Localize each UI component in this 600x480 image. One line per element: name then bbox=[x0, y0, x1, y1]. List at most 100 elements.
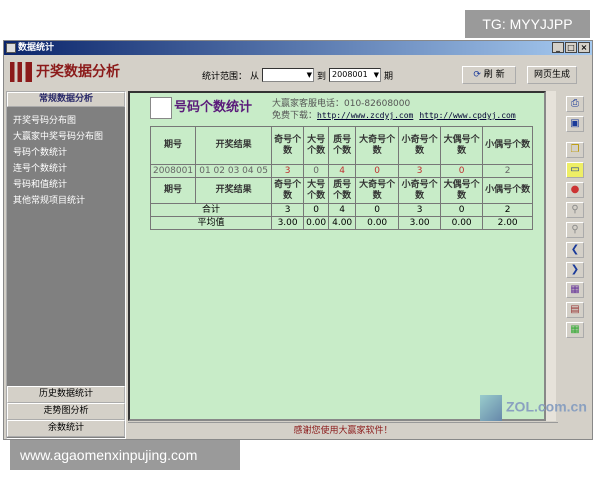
cell: 0.00 bbox=[355, 216, 400, 230]
cell: 4 bbox=[328, 164, 357, 178]
table-row: 2008001 01 02 03 04 05 3 0 4 0 3 0 2 bbox=[149, 164, 534, 178]
period-label: 期 bbox=[384, 71, 394, 82]
sidebar-item[interactable]: 号码和值统计 bbox=[7, 177, 125, 193]
web-generate-button[interactable]: 网页生成 bbox=[527, 66, 577, 84]
site-watermark: www.agaomenxinpujing.com bbox=[10, 440, 240, 470]
remainder-stats-button[interactable]: 余数统计 bbox=[7, 420, 125, 437]
col-header: 奇号个数 bbox=[271, 177, 305, 204]
minimize-button[interactable]: _ bbox=[552, 42, 564, 53]
book-icon[interactable]: ▤ bbox=[566, 302, 584, 318]
zoom-out-icon[interactable]: ⚲ bbox=[566, 222, 584, 238]
table-footer-header-row: 期号 开奖结果 奇号个数 大号个数 质号个数 大奇号个数 小奇号个数 大偶号个数… bbox=[149, 177, 534, 204]
cell: 01 02 03 04 05 bbox=[195, 164, 273, 178]
cell: 3.00 bbox=[271, 216, 305, 230]
from-label: 从 bbox=[250, 71, 260, 82]
col-header: 大奇号个数 bbox=[355, 177, 400, 204]
app-icon bbox=[6, 43, 16, 53]
vertical-scrollbar[interactable] bbox=[546, 91, 556, 421]
sidebar-item[interactable]: 号码个数统计 bbox=[7, 145, 125, 161]
cell: 3 bbox=[398, 164, 442, 178]
maximize-button[interactable]: □ bbox=[565, 42, 577, 53]
col-header: 小奇号个数 bbox=[398, 177, 442, 204]
col-header: 小偶号个数 bbox=[482, 177, 534, 204]
next-icon[interactable]: ❯ bbox=[566, 262, 584, 278]
print-icon[interactable]: ⎙ bbox=[566, 96, 584, 112]
from-select[interactable] bbox=[262, 68, 315, 82]
table-icon[interactable]: ▦ bbox=[566, 322, 584, 338]
col-header: 开奖结果 bbox=[195, 177, 273, 204]
refresh-button[interactable]: ⟳ 刷 新 bbox=[462, 66, 516, 84]
chart-logo-icon bbox=[10, 62, 32, 82]
to-label: 到 bbox=[317, 71, 327, 82]
zol-logo-icon bbox=[480, 395, 502, 421]
average-row: 平均值 3.00 0.00 4.00 0.00 3.00 0.00 2.00 bbox=[149, 216, 534, 230]
zol-text: ZOL.com.cn bbox=[506, 398, 587, 415]
col-header: 大号个数 bbox=[303, 177, 330, 204]
tg-badge: TG: MYYJJPP bbox=[465, 10, 590, 38]
range-selector: 统计范围： 从 到 2008001 期 bbox=[202, 68, 393, 82]
content-area: 号码个数统计 大赢家客服电话：010-82608000 免费下载：http://… bbox=[128, 91, 546, 421]
average-label: 平均值 bbox=[149, 216, 273, 230]
app-title: 开奖数据分析 bbox=[36, 64, 120, 80]
page-title-text: 号码个数统计 bbox=[174, 100, 253, 115]
col-header: 大奇号个数 bbox=[355, 126, 400, 165]
total-row: 合计 3 0 4 0 3 0 2 bbox=[149, 203, 534, 217]
cell: 0 bbox=[440, 164, 484, 178]
save-icon[interactable]: ▣ bbox=[566, 116, 584, 132]
col-header: 期号 bbox=[149, 177, 197, 204]
sidebar-item[interactable]: 其他常规项目统计 bbox=[7, 193, 125, 209]
chart-icon[interactable]: ▦ bbox=[566, 282, 584, 298]
col-header: 大偶号个数 bbox=[440, 177, 484, 204]
cell: 3 bbox=[398, 203, 442, 217]
app-window: 数据统计 _ □ × 开奖数据分析 统计范围： 从 到 2008001 期 ⟳ … bbox=[3, 40, 593, 440]
range-label: 统计范围： bbox=[202, 71, 248, 82]
paint-icon[interactable]: ● bbox=[566, 182, 584, 198]
copy-icon[interactable]: ❐ bbox=[566, 142, 584, 158]
cell: 3 bbox=[271, 164, 305, 178]
col-header: 期号 bbox=[149, 126, 197, 165]
cell: 0 bbox=[355, 203, 400, 217]
trend-analysis-button[interactable]: 走势图分析 bbox=[7, 403, 125, 420]
chart-icon bbox=[150, 97, 172, 119]
history-stats-button[interactable]: 历史数据统计 bbox=[7, 386, 125, 403]
cell: 0.00 bbox=[303, 216, 330, 230]
cell: 3 bbox=[271, 203, 305, 217]
cell: 2 bbox=[482, 164, 534, 178]
sidebar-item[interactable]: 大赢家中奖号码分布图 bbox=[7, 129, 125, 145]
sidebar-item[interactable]: 连号个数统计 bbox=[7, 161, 125, 177]
title-bar: 数据统计 _ □ × bbox=[4, 41, 592, 55]
sidebar-item[interactable]: 开奖号码分布图 bbox=[7, 113, 125, 129]
cell: 2 bbox=[482, 203, 534, 217]
col-header: 质号个数 bbox=[328, 126, 357, 165]
cell: 0 bbox=[303, 164, 330, 178]
cell: 3.00 bbox=[398, 216, 442, 230]
col-header: 小偶号个数 bbox=[482, 126, 534, 165]
sidebar-header[interactable]: 常规数据分析 bbox=[7, 92, 125, 107]
note-icon[interactable]: ▭ bbox=[566, 162, 584, 178]
close-button[interactable]: × bbox=[578, 42, 590, 53]
link-cpdyj[interactable]: http://www.cpdyj.com bbox=[419, 111, 515, 120]
col-header: 开奖结果 bbox=[195, 126, 273, 165]
cell: 0 bbox=[440, 203, 484, 217]
total-label: 合计 bbox=[149, 203, 273, 217]
status-bar: 感谢您使用大赢家软件！ bbox=[128, 422, 558, 439]
right-toolbar: ⎙ ▣ ❐ ▭ ● ⚲ ⚲ ❮ ❯ ▦ ▤ ▦ bbox=[566, 96, 588, 342]
refresh-label: 刷 新 bbox=[483, 70, 505, 80]
page-title: 号码个数统计 bbox=[150, 97, 252, 119]
zol-watermark: ZOL.com.cn bbox=[480, 395, 587, 421]
col-header: 奇号个数 bbox=[271, 126, 305, 165]
cell: 0.00 bbox=[440, 216, 484, 230]
contact-info: 大赢家客服电话：010-82608000 免费下载：http://www.zcd… bbox=[272, 98, 522, 122]
refresh-icon: ⟳ bbox=[473, 70, 484, 80]
to-select[interactable]: 2008001 bbox=[329, 68, 382, 82]
col-header: 大偶号个数 bbox=[440, 126, 484, 165]
download-label: 免费下载： bbox=[272, 111, 318, 121]
window-title: 数据统计 bbox=[18, 43, 55, 53]
cell: 2.00 bbox=[482, 216, 534, 230]
cell: 0 bbox=[355, 164, 400, 178]
stats-table: 期号 开奖结果 奇号个数 大号个数 质号个数 大奇号个数 小奇号个数 大偶号个数… bbox=[149, 126, 534, 230]
prev-icon[interactable]: ❮ bbox=[566, 242, 584, 258]
zoom-in-icon[interactable]: ⚲ bbox=[566, 202, 584, 218]
cell: 4.00 bbox=[328, 216, 357, 230]
link-zcdyj[interactable]: http://www.zcdyj.com bbox=[317, 111, 413, 120]
